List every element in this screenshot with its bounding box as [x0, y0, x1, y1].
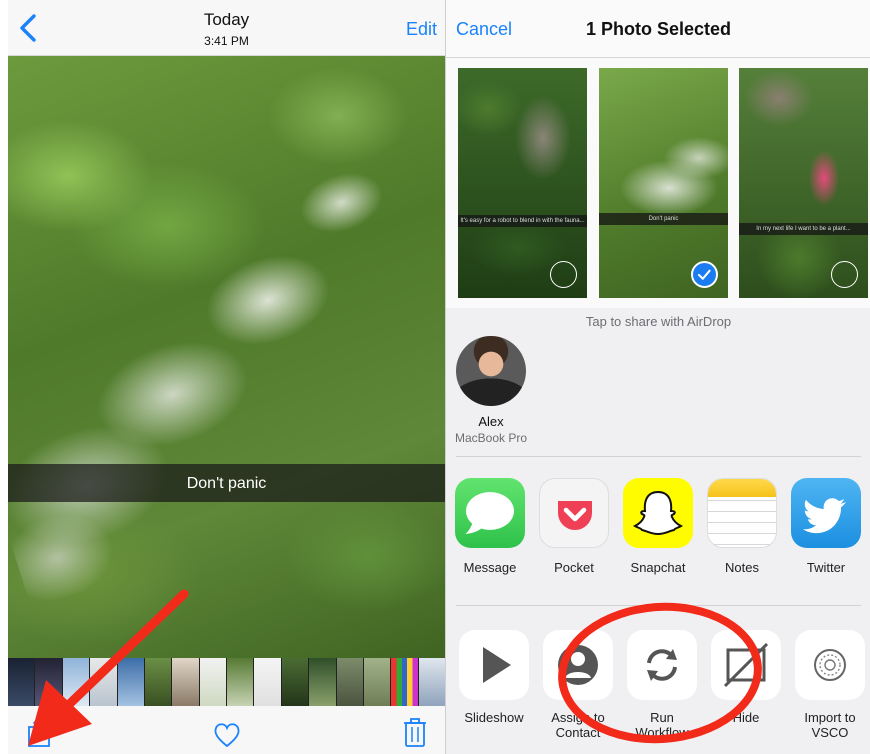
- action-hide[interactable]: Hide: [704, 630, 788, 725]
- share-apps-row: Message Pocket Snapchat Notes Twitter: [446, 462, 870, 602]
- snapchat-ghost-icon: [623, 478, 693, 548]
- action-label: Slideshow: [464, 710, 524, 725]
- viewer-title: Today: [203, 10, 250, 29]
- vsco-icon: [795, 630, 865, 700]
- share-title: 1 Photo Selected: [585, 19, 732, 39]
- divider: [456, 456, 861, 457]
- viewer-toolbar: [8, 706, 445, 754]
- airdrop-name: Alex: [478, 414, 504, 429]
- film-thumb[interactable]: [35, 658, 62, 706]
- hide-icon: [711, 630, 781, 700]
- action-run-workflow[interactable]: Run Workflow: [620, 630, 704, 740]
- contact-silhouette-icon: [543, 630, 613, 700]
- airdrop-device: MacBook Pro: [454, 431, 528, 445]
- action-label: Import to VSCO: [804, 710, 856, 740]
- select-circle[interactable]: [831, 261, 858, 288]
- trash-icon[interactable]: [403, 716, 427, 748]
- action-label: Assign to Contact: [551, 710, 605, 740]
- share-photo[interactable]: It's easy for a robot to blend in with t…: [458, 68, 587, 298]
- share-photo-caption: In my next life I want to be a plant...: [739, 223, 868, 235]
- film-thumb[interactable]: [281, 658, 309, 706]
- film-thumb[interactable]: [336, 658, 363, 706]
- film-thumb[interactable]: [62, 658, 90, 706]
- action-slideshow[interactable]: Slideshow: [452, 630, 536, 725]
- share-sheet: Cancel 1 Photo Selected It's easy for a …: [445, 0, 870, 754]
- action-label: Run Workflow: [635, 710, 689, 740]
- app-label: Twitter: [806, 560, 846, 575]
- pocket-icon: [539, 478, 609, 548]
- select-circle[interactable]: [550, 261, 577, 288]
- share-photo[interactable]: In my next life I want to be a plant...: [739, 68, 868, 298]
- action-label: Hide: [732, 710, 760, 725]
- action-import-to-vsco[interactable]: Import to VSCO: [788, 630, 870, 740]
- main-photo[interactable]: Don't panic: [8, 56, 445, 658]
- film-strip[interactable]: [8, 658, 445, 706]
- film-thumb[interactable]: [117, 658, 144, 706]
- film-thumb[interactable]: [309, 658, 336, 706]
- viewer-nav-bar: Today 3:41 PM Edit: [8, 0, 445, 56]
- app-label: Message: [463, 560, 517, 575]
- app-message[interactable]: Message: [448, 478, 532, 575]
- film-thumb[interactable]: [144, 658, 172, 706]
- film-thumb[interactable]: [363, 658, 391, 706]
- share-photo-picker[interactable]: It's easy for a robot to blend in with t…: [446, 58, 870, 308]
- messages-icon: [455, 478, 525, 548]
- refresh-icon: [627, 630, 697, 700]
- twitter-bird-icon: [791, 478, 861, 548]
- edit-button[interactable]: Edit: [406, 19, 437, 40]
- share-photo-caption: It's easy for a robot to blend in with t…: [458, 215, 587, 227]
- play-icon: [459, 630, 529, 700]
- app-label: Pocket: [554, 560, 594, 575]
- film-thumb[interactable]: [172, 658, 199, 706]
- notes-icon: [707, 478, 777, 548]
- film-thumb[interactable]: [199, 658, 226, 706]
- viewer-time: 3:41 PM: [204, 34, 249, 48]
- share-header: Cancel 1 Photo Selected: [446, 0, 870, 58]
- app-snapchat[interactable]: Snapchat: [616, 478, 700, 575]
- action-assign-to-contact[interactable]: Assign to Contact: [536, 630, 620, 740]
- app-label: Snapchat: [630, 560, 686, 575]
- snap-caption-text: Don't panic: [186, 475, 267, 492]
- app-notes[interactable]: Notes: [700, 478, 784, 575]
- film-thumb[interactable]: [8, 658, 35, 706]
- airdrop-hint: Tap to share with AirDrop: [585, 314, 732, 329]
- heart-icon[interactable]: [213, 722, 241, 748]
- selected-check-icon[interactable]: [691, 261, 718, 288]
- share-actions-row: Slideshow Assign to Contact Run Workflow: [446, 606, 870, 754]
- film-thumb[interactable]: [391, 658, 418, 706]
- film-thumb[interactable]: [90, 658, 117, 706]
- water-spray-texture: [8, 133, 445, 609]
- app-label: Notes: [725, 560, 759, 575]
- film-thumb[interactable]: [418, 658, 445, 706]
- snap-caption-bar: Don't panic: [8, 464, 445, 502]
- share-photo-caption: Don't panic: [599, 213, 728, 225]
- film-thumb[interactable]: [254, 658, 281, 706]
- airdrop-row: Alex MacBook Pro: [446, 308, 870, 456]
- avatar[interactable]: [456, 336, 526, 406]
- film-thumb[interactable]: [227, 658, 254, 706]
- app-twitter[interactable]: Twitter: [784, 478, 868, 575]
- photo-viewer: Today 3:41 PM Edit Don't panic: [8, 0, 445, 754]
- share-photo[interactable]: Don't panic: [599, 68, 728, 298]
- app-pocket[interactable]: Pocket: [532, 478, 616, 575]
- share-icon[interactable]: [26, 716, 52, 748]
